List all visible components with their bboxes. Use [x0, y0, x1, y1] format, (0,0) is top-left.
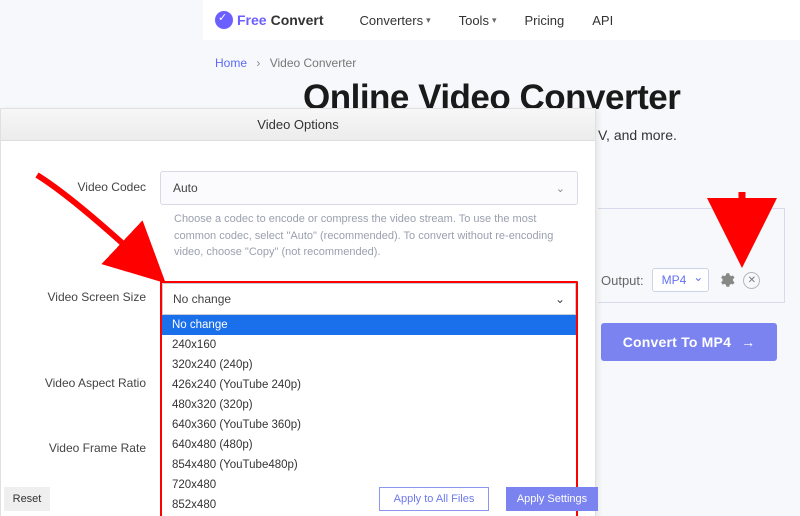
apply-settings-button-label: Apply Settings: [517, 493, 587, 505]
apply-settings-button[interactable]: Apply Settings: [506, 487, 598, 511]
apply-all-button[interactable]: Apply to All Files: [379, 487, 489, 511]
video-size-option[interactable]: 854x480 (YouTube480p): [162, 455, 576, 475]
video-size-label: Video Screen Size: [18, 281, 160, 304]
top-nav: FreeConvert Converters ▾ Tools ▾ Pricing…: [203, 0, 800, 40]
nav-api[interactable]: API: [592, 13, 613, 28]
nav-pricing-label: Pricing: [524, 13, 564, 28]
chevron-down-icon: ⌄: [556, 182, 565, 195]
annotation-arrow-right: [728, 188, 768, 273]
breadcrumb-home[interactable]: Home: [215, 56, 247, 70]
video-size-option[interactable]: 480x320 (320p): [162, 395, 576, 415]
apply-all-button-label: Apply to All Files: [394, 493, 475, 505]
close-icon[interactable]: ✕: [743, 272, 760, 289]
card-border-bot: [598, 302, 785, 303]
brand-part1: Free: [237, 12, 267, 28]
convert-button[interactable]: Convert To MP4 →: [601, 323, 777, 361]
nav-converters[interactable]: Converters ▾: [359, 13, 430, 28]
output-label: Output:: [601, 273, 644, 288]
arrow-right-icon: →: [741, 334, 755, 350]
output-format-value: MP4: [662, 273, 687, 287]
breadcrumb-current: Video Converter: [270, 56, 357, 70]
modal-title: Video Options: [1, 109, 595, 141]
card-border-top: [598, 208, 785, 209]
video-frame-label: Video Frame Rate: [18, 441, 160, 455]
nav-tools[interactable]: Tools ▾: [459, 13, 497, 28]
gear-icon[interactable]: [717, 271, 735, 289]
video-options-modal: Video Options Video Codec Auto ⌄ Choose …: [0, 108, 596, 516]
logo-mark-icon: [215, 11, 233, 29]
chevron-down-icon: ⌄: [555, 292, 565, 306]
video-size-option[interactable]: 640x480 (480p): [162, 435, 576, 455]
video-aspect-label: Video Aspect Ratio: [18, 376, 160, 390]
brand-logo[interactable]: FreeConvert: [215, 11, 323, 29]
brand-part2: Convert: [271, 12, 324, 28]
chevron-down-icon: ▾: [492, 15, 497, 26]
video-size-dropdown: No change ⌄ No change240x160320x240 (240…: [160, 281, 578, 516]
convert-button-label: Convert To MP4: [623, 334, 731, 350]
card-border-side: [784, 208, 785, 302]
video-size-option[interactable]: No change: [162, 315, 576, 335]
reset-button[interactable]: Reset: [4, 487, 50, 511]
nav-links: Converters ▾ Tools ▾ Pricing API: [359, 13, 613, 28]
reset-button-label: Reset: [13, 493, 42, 505]
nav-pricing[interactable]: Pricing: [524, 13, 564, 28]
video-codec-value: Auto: [173, 181, 198, 195]
nav-tools-label: Tools: [459, 13, 489, 28]
row-video-size: Video Screen Size No change ⌄ No change2…: [18, 281, 578, 516]
page-subtitle-fragment: V, and more.: [598, 127, 677, 143]
output-format-select[interactable]: MP4: [652, 268, 710, 292]
output-row: Output: MP4 ✕: [601, 268, 760, 292]
video-codec-select[interactable]: Auto ⌄: [160, 171, 578, 205]
row-video-codec: Video Codec Auto ⌄: [18, 171, 578, 205]
video-codec-label: Video Codec: [18, 171, 160, 194]
breadcrumb: Home › Video Converter: [215, 56, 356, 70]
video-size-select[interactable]: No change ⌄: [162, 283, 576, 315]
video-codec-help: Choose a codec to encode or compress the…: [174, 211, 574, 261]
breadcrumb-separator-icon: ›: [256, 56, 260, 70]
video-size-option[interactable]: 240x160: [162, 335, 576, 355]
video-size-option[interactable]: 426x240 (YouTube 240p): [162, 375, 576, 395]
nav-converters-label: Converters: [359, 13, 423, 28]
video-size-options: No change240x160320x240 (240p)426x240 (Y…: [162, 315, 576, 516]
modal-body: Video Codec Auto ⌄ Choose a codec to enc…: [1, 141, 595, 516]
nav-api-label: API: [592, 13, 613, 28]
video-size-value: No change: [173, 292, 231, 306]
chevron-down-icon: ▾: [426, 15, 431, 26]
video-size-option[interactable]: 640x360 (YouTube 360p): [162, 415, 576, 435]
video-size-option[interactable]: 320x240 (240p): [162, 355, 576, 375]
